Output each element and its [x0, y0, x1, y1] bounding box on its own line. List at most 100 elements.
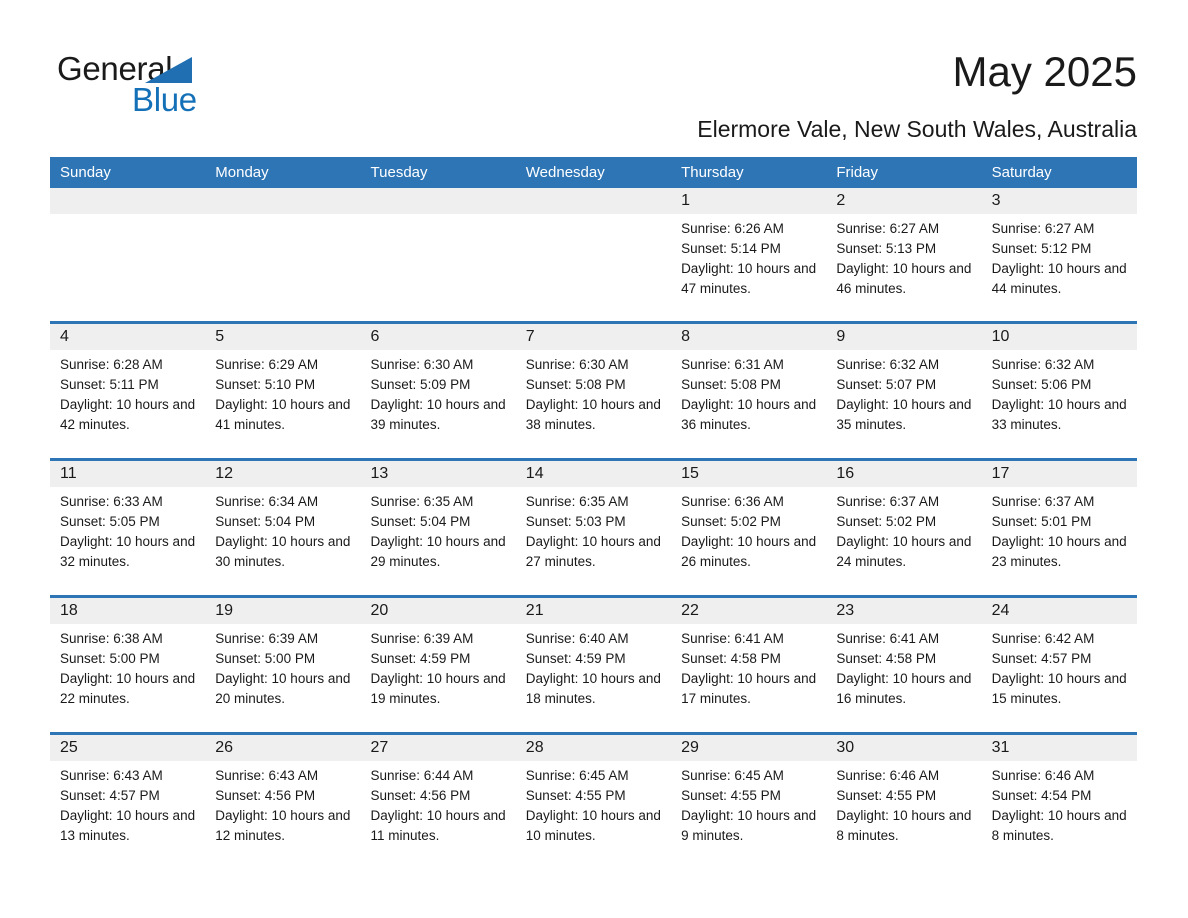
- sunset-text: Sunset: 5:06 PM: [991, 377, 1092, 392]
- daylight-text: Daylight: 10 hours and 23 minutes.: [991, 534, 1127, 569]
- calendar-day-cell[interactable]: 14 Sunrise: 6:35 AM Sunset: 5:03 PM Dayligh…: [515, 461, 672, 593]
- sunrise-text: Sunrise: 6:30 AM: [370, 357, 474, 372]
- sunset-text: Sunset: 4:57 PM: [991, 651, 1092, 666]
- sunset-text: Sunset: 5:03 PM: [525, 514, 626, 529]
- calendar-day-cell[interactable]: 8 Sunrise: 6:31 AM Sunset: 5:08 PM Daylight…: [671, 324, 827, 456]
- calendar-day-cell[interactable]: 3 Sunrise: 6:27 AM Sunset: 5:12 PM Daylight…: [981, 188, 1137, 319]
- generalblue-logo[interactable]: General Blue: [57, 50, 257, 120]
- day-number: 3: [991, 192, 1001, 209]
- day-number: 27: [370, 739, 389, 756]
- day-details: Sunrise: 6:43 AM Sunset: 4:56 PM Daylight:…: [205, 761, 360, 846]
- calendar-day-cell[interactable]: 16 Sunrise: 6:37 AM Sunset: 5:02 PM Dayligh…: [826, 461, 982, 593]
- sunrise-text: Sunrise: 6:39 AM: [215, 631, 319, 646]
- day-details: Sunrise: 6:27 AM Sunset: 5:12 PM Daylight:…: [982, 214, 1137, 299]
- sunset-text: Sunset: 4:57 PM: [60, 788, 160, 803]
- daylight-text: Daylight: 10 hours and 19 minutes.: [370, 671, 506, 706]
- calendar-day-cell[interactable]: 18 Sunrise: 6:38 AM Sunset: 5:00 PM Dayligh…: [50, 598, 206, 730]
- day-number-band: [205, 188, 361, 214]
- sunrise-text: Sunrise: 6:44 AM: [370, 768, 474, 783]
- day-number: 5: [215, 328, 225, 345]
- sunset-text: Sunset: 5:07 PM: [836, 377, 937, 392]
- calendar-day-cell[interactable]: 22 Sunrise: 6:41 AM Sunset: 4:58 PM Dayligh…: [671, 598, 827, 730]
- calendar-day-cell[interactable]: 17 Sunrise: 6:37 AM Sunset: 5:01 PM Dayligh…: [981, 461, 1137, 593]
- calendar-day-cell[interactable]: 13 Sunrise: 6:35 AM Sunset: 5:04 PM Dayligh…: [360, 461, 516, 593]
- day-number: 25: [60, 739, 78, 756]
- day-number: 12: [215, 465, 234, 482]
- sunset-text: Sunset: 5:00 PM: [215, 651, 316, 666]
- calendar-day-cell[interactable]: 23 Sunrise: 6:41 AM Sunset: 4:58 PM Dayligh…: [826, 598, 982, 730]
- sunset-text: Sunset: 5:00 PM: [60, 651, 160, 666]
- day-details: Sunrise: 6:41 AM Sunset: 4:58 PM Daylight:…: [671, 624, 826, 709]
- sunrise-text: Sunrise: 6:43 AM: [60, 768, 163, 783]
- sunrise-text: Sunrise: 6:26 AM: [681, 221, 784, 236]
- day-number: 21: [525, 602, 544, 619]
- calendar-day-cell[interactable]: 12 Sunrise: 6:34 AM Sunset: 5:04 PM Dayligh…: [205, 461, 361, 593]
- sunrise-text: Sunrise: 6:45 AM: [681, 768, 784, 783]
- daylight-text: Daylight: 10 hours and 39 minutes.: [370, 397, 506, 432]
- day-number: 30: [836, 739, 855, 756]
- calendar-day-cell[interactable]: 9 Sunrise: 6:32 AM Sunset: 5:07 PM Daylight…: [826, 324, 982, 456]
- day-details: Sunrise: 6:32 AM Sunset: 5:07 PM Daylight:…: [826, 350, 981, 435]
- day-details: Sunrise: 6:39 AM Sunset: 5:00 PM Daylight:…: [205, 624, 360, 709]
- daylight-text: Daylight: 10 hours and 47 minutes.: [681, 261, 817, 296]
- calendar-day-cell[interactable]: 28 Sunrise: 6:45 AM Sunset: 4:55 PM Dayligh…: [515, 735, 672, 867]
- location-subtitle: Elermore Vale, New South Wales, Australi…: [697, 116, 1137, 142]
- day-number-band: 29: [671, 735, 827, 761]
- sunset-text: Sunset: 5:11 PM: [60, 377, 159, 392]
- calendar-day-cell[interactable]: 24 Sunrise: 6:42 AM Sunset: 4:57 PM Dayligh…: [981, 598, 1137, 730]
- day-number: 19: [215, 602, 234, 619]
- page-title: May 2025: [952, 48, 1137, 95]
- calendar-weeks: 1 Sunrise: 6:26 AM Sunset: 5:14 PM Daylight…: [50, 188, 1137, 867]
- daylight-text: Daylight: 10 hours and 29 minutes.: [370, 534, 506, 569]
- calendar-day-cell[interactable]: 11 Sunrise: 6:33 AM Sunset: 5:05 PM Dayligh…: [50, 461, 206, 593]
- sunset-text: Sunset: 4:56 PM: [370, 788, 471, 803]
- calendar-day-cell[interactable]: 29 Sunrise: 6:45 AM Sunset: 4:55 PM Dayligh…: [671, 735, 827, 867]
- daylight-text: Daylight: 10 hours and 41 minutes.: [215, 397, 351, 432]
- sunset-text: Sunset: 5:09 PM: [370, 377, 471, 392]
- sunset-text: Sunset: 4:56 PM: [215, 788, 316, 803]
- day-number: 20: [370, 602, 389, 619]
- calendar-day-cell[interactable]: 15 Sunrise: 6:36 AM Sunset: 5:02 PM Dayligh…: [671, 461, 827, 593]
- day-number-band: 25: [50, 735, 206, 761]
- sunset-text: Sunset: 4:59 PM: [525, 651, 626, 666]
- calendar-week-row: 11 Sunrise: 6:33 AM Sunset: 5:05 PM Dayligh…: [50, 458, 1137, 593]
- daylight-text: Daylight: 10 hours and 30 minutes.: [215, 534, 351, 569]
- day-details: Sunrise: 6:37 AM Sunset: 5:01 PM Daylight:…: [982, 487, 1137, 572]
- day-details: Sunrise: 6:39 AM Sunset: 4:59 PM Daylight:…: [361, 624, 516, 709]
- calendar-day-cell[interactable]: 21 Sunrise: 6:40 AM Sunset: 4:59 PM Dayligh…: [515, 598, 672, 730]
- day-number: 7: [525, 328, 535, 345]
- daylight-text: Daylight: 10 hours and 33 minutes.: [991, 397, 1127, 432]
- calendar-day-cell[interactable]: 30 Sunrise: 6:46 AM Sunset: 4:55 PM Dayligh…: [826, 735, 982, 867]
- calendar-day-cell[interactable]: 5 Sunrise: 6:29 AM Sunset: 5:10 PM Daylight…: [205, 324, 361, 456]
- sunrise-text: Sunrise: 6:32 AM: [836, 357, 940, 372]
- day-number: 23: [836, 602, 855, 619]
- sunrise-text: Sunrise: 6:35 AM: [525, 494, 629, 509]
- calendar-day-cell[interactable]: 25 Sunrise: 6:43 AM Sunset: 4:57 PM Dayligh…: [50, 735, 206, 867]
- daylight-text: Daylight: 10 hours and 35 minutes.: [836, 397, 972, 432]
- calendar-day-cell[interactable]: 6 Sunrise: 6:30 AM Sunset: 5:09 PM Daylight…: [360, 324, 516, 456]
- weekday-header-row: Sunday Monday Tuesday Wednesday Thursday Frid…: [50, 157, 1137, 188]
- daylight-text: Daylight: 10 hours and 13 minutes.: [60, 808, 196, 843]
- calendar-day-cell[interactable]: 2 Sunrise: 6:27 AM Sunset: 5:13 PM Daylight…: [826, 188, 982, 319]
- day-number-band: 18: [50, 598, 206, 624]
- day-number-band: 15: [671, 461, 827, 487]
- calendar-day-cell[interactable]: 27 Sunrise: 6:44 AM Sunset: 4:56 PM Dayligh…: [360, 735, 516, 867]
- sunrise-text: Sunrise: 6:41 AM: [836, 631, 940, 646]
- calendar-day-cell[interactable]: 20 Sunrise: 6:39 AM Sunset: 4:59 PM Dayligh…: [360, 598, 516, 730]
- day-number: 29: [681, 739, 699, 756]
- calendar-day-cell[interactable]: 26 Sunrise: 6:43 AM Sunset: 4:56 PM Dayligh…: [205, 735, 361, 867]
- day-details: Sunrise: 6:30 AM Sunset: 5:08 PM Daylight:…: [516, 350, 671, 435]
- sunrise-text: Sunrise: 6:30 AM: [525, 357, 629, 372]
- calendar-day-cell[interactable]: 1 Sunrise: 6:26 AM Sunset: 5:14 PM Daylight…: [671, 188, 827, 319]
- logo-triangle-icon: [145, 57, 192, 83]
- sunrise-text: Sunrise: 6:37 AM: [991, 494, 1095, 509]
- calendar-day-cell[interactable]: 7 Sunrise: 6:30 AM Sunset: 5:08 PM Daylight…: [515, 324, 672, 456]
- day-number: 8: [681, 328, 690, 345]
- calendar-day-cell[interactable]: 19 Sunrise: 6:39 AM Sunset: 5:00 PM Dayligh…: [205, 598, 361, 730]
- calendar-day-cell[interactable]: 4 Sunrise: 6:28 AM Sunset: 5:11 PM Daylight…: [50, 324, 206, 456]
- sunrise-text: Sunrise: 6:36 AM: [681, 494, 784, 509]
- calendar-day-cell[interactable]: 31 Sunrise: 6:46 AM Sunset: 4:54 PM Dayligh…: [981, 735, 1137, 867]
- calendar-day-cell[interactable]: 10 Sunrise: 6:32 AM Sunset: 5:06 PM Dayligh…: [981, 324, 1137, 456]
- day-number: 14: [525, 465, 544, 482]
- day-number-band: 23: [826, 598, 982, 624]
